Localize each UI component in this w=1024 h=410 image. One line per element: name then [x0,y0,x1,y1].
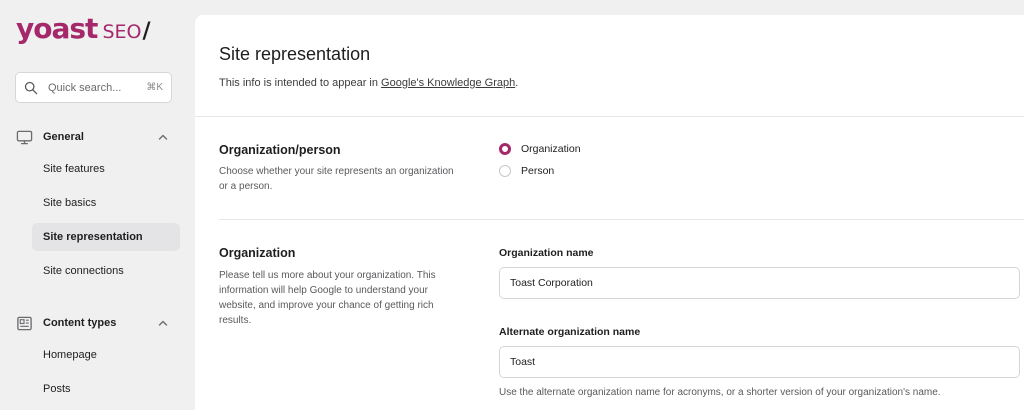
alternate-organization-name-label: Alternate organization name [499,326,641,338]
sidebar-item-posts[interactable]: Posts [32,375,180,403]
organization-name-label: Organization name [499,247,594,259]
nav-header-content-types[interactable]: Content types [0,313,195,333]
organization-name-input[interactable] [499,267,1020,299]
nav-label-content-types: Content types [43,317,117,329]
sidebar-item-site-features[interactable]: Site features [32,155,180,183]
newspaper-icon [17,316,32,330]
page-title: Site representation [219,44,371,64]
monitor-icon [16,130,33,144]
quick-search-input[interactable]: Quick search... ⌘K [15,72,172,103]
chevron-up-icon[interactable] [157,131,169,143]
search-icon [24,81,38,94]
nav-label-general: General [43,131,84,143]
nav-section-general: General [0,127,195,147]
section-description-org-person: Choose whether your site represents an o… [219,166,454,192]
main-panel: Site representation This info is intende… [195,15,1024,410]
page-description-text: This info is intended to appear in [219,77,382,89]
logo-seo-text: SEO [102,21,142,43]
logo-wordmark: yoast [16,12,98,45]
section-divider [219,219,1024,220]
radio-organization-control[interactable] [499,143,511,155]
radio-person-label: Person [521,165,555,177]
page-description-suffix: . [515,77,519,89]
search-placeholder: Quick search... [48,81,122,94]
logo-slash: / [142,19,151,44]
sidebar: yoast SEO / Quick search... ⌘K General S… [0,0,195,410]
sidebar-item-site-basics[interactable]: Site basics [32,189,180,217]
section-title-org-person: Organization/person [219,143,341,157]
alternate-organization-name-help: Use the alternate organization name for … [499,387,941,398]
radio-person[interactable]: Person [499,165,554,177]
sidebar-item-site-representation[interactable]: Site representation [32,223,180,251]
sidebar-item-site-connections[interactable]: Site connections [32,257,180,285]
section-description-organization: Please tell us more about your organizat… [219,270,436,326]
knowledge-graph-link[interactable]: Google's Knowledge Graph [381,77,515,89]
nav-section-content-types: Content types [0,313,195,333]
alternate-organization-name-input[interactable] [499,346,1020,378]
yoast-seo-logo[interactable]: yoast SEO / [16,12,151,45]
section-title-organization: Organization [219,246,296,260]
nav-header-general[interactable]: General [0,127,195,147]
chevron-up-icon[interactable] [157,317,169,329]
sidebar-item-homepage[interactable]: Homepage [32,341,180,369]
radio-organization-label: Organization [521,143,581,155]
radio-organization[interactable]: Organization [499,143,581,155]
radio-person-control[interactable] [499,165,511,177]
header-divider [195,116,1024,117]
page-description: This info is intended to appear in Googl… [219,77,518,89]
search-shortcut: ⌘K [146,82,163,93]
